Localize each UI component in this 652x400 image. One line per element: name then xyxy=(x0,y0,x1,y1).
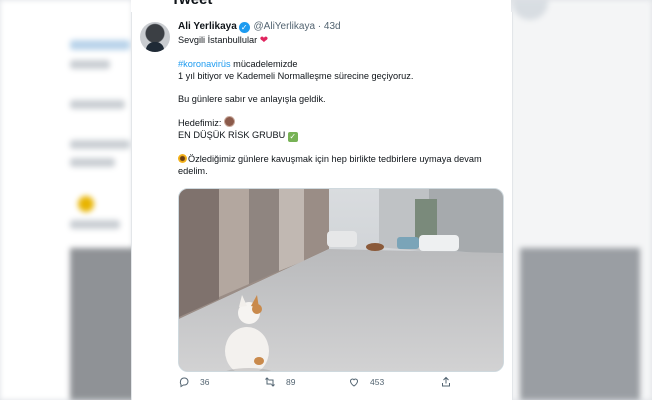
check-mark-icon: ✓ xyxy=(287,132,298,142)
share-icon xyxy=(442,376,450,387)
reply-count: 36 xyxy=(200,377,210,387)
hashtag-link[interactable]: #koronavirüs xyxy=(178,59,231,69)
like-count: 453 xyxy=(370,377,385,387)
author-handle[interactable]: @AliYerlikaya xyxy=(254,21,315,32)
face-emoji-icon xyxy=(223,116,235,127)
tweet-line-4: Bu günlere sabır ve anlayışla geldik. xyxy=(178,94,326,104)
page-title: Tweet xyxy=(171,0,212,8)
like-button[interactable]: 453 xyxy=(348,376,384,388)
separator: · xyxy=(317,21,322,32)
tweet-text: Sevgili İstanbullular ❤ #koronavirüs müc… xyxy=(178,34,504,177)
share-button[interactable] xyxy=(440,376,452,388)
retweet-icon xyxy=(265,377,275,387)
tweet-photo[interactable] xyxy=(178,188,504,372)
reply-button[interactable]: 36 xyxy=(178,376,209,388)
author-name[interactable]: Ali Yerlikaya xyxy=(178,21,237,32)
tweet-card[interactable]: Ali Yerlikaya ✓ @AliYerlikaya · 43d Sevgi… xyxy=(131,12,513,400)
like-icon xyxy=(349,378,359,387)
tweet-line-6: EN DÜŞÜK RİSK GRUBU xyxy=(178,130,286,140)
background-left-column xyxy=(0,0,140,400)
tweet-time[interactable]: 43d xyxy=(324,21,341,32)
tweet-line-5: Hedefimiz: xyxy=(178,118,222,128)
retweet-button[interactable]: 89 xyxy=(264,376,295,388)
heart-emoji-icon: ❤ xyxy=(259,35,269,46)
tweet-content: Ali Yerlikaya ✓ @AliYerlikaya · 43d Sevgi… xyxy=(178,20,504,177)
background-right-column xyxy=(510,0,652,400)
reply-icon xyxy=(179,377,189,388)
tweet-author-row: Ali Yerlikaya ✓ @AliYerlikaya · 43d xyxy=(178,20,504,34)
tweet-line-7: Özlediğimiz günlere kavuşmak için hep bi… xyxy=(178,154,482,176)
tweet-actions: 36 89 453 xyxy=(178,376,504,390)
retweet-count: 89 xyxy=(286,377,296,387)
tweet-line-3: 1 yıl bitiyor ve Kademeli Normalleşme sü… xyxy=(178,71,414,81)
tweet-line-2: mücadelemizde xyxy=(230,59,298,69)
avatar[interactable] xyxy=(140,22,170,52)
sunflower-icon xyxy=(178,154,187,163)
verified-badge-icon: ✓ xyxy=(238,22,250,33)
tweet-line-greeting: Sevgili İstanbullular xyxy=(178,35,258,45)
